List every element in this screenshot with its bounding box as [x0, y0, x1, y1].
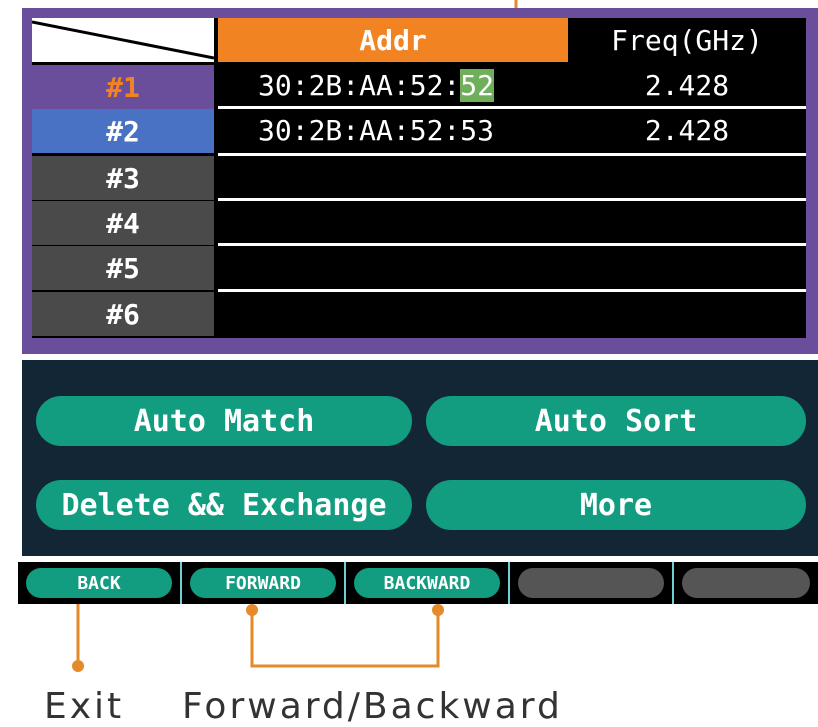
forward-backward-callout-label: Forward/Backward — [182, 686, 563, 727]
exit-callout-label: Exit — [44, 686, 125, 727]
callout-connectors — [72, 604, 444, 672]
